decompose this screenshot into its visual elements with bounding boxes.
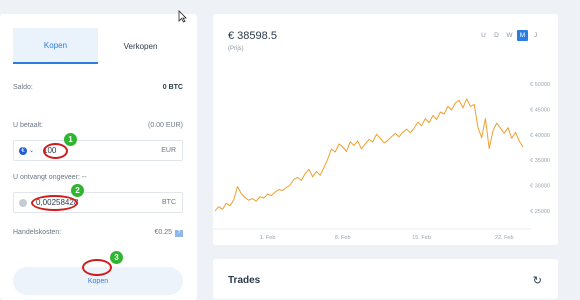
y-tick-label: € 45000: [530, 107, 550, 113]
info-icon[interactable]: ?: [175, 229, 183, 237]
x-tick-label: 1. Feb: [260, 235, 276, 241]
fees-value: €0.25: [154, 229, 172, 236]
y-tick-label: € 50000: [530, 82, 550, 88]
trades-panel: Trades ↻: [213, 259, 558, 299]
x-tick-label: 15. Feb: [412, 235, 431, 241]
x-tick-label: 8. Feb: [335, 235, 351, 241]
range-option-week[interactable]: W: [504, 30, 515, 41]
highlight-ellipse-receive: [31, 195, 78, 211]
step-marker-1: 1: [64, 133, 77, 146]
price-chart-panel: € 38598.5 (Prijs) U D W M J € 50000 € 450…: [213, 14, 558, 245]
y-tick-label: € 40000: [530, 133, 550, 139]
highlight-ellipse-pay: [43, 143, 68, 159]
tab-sell[interactable]: Verkopen: [98, 28, 183, 64]
current-price: € 38598.5: [228, 30, 277, 42]
receive-unit: BTC: [162, 199, 176, 206]
step-marker-3: 3: [110, 251, 123, 264]
receive-row: U ontvangt ongeveer: --: [13, 174, 183, 181]
range-option-year[interactable]: J: [530, 30, 541, 41]
range-option-month[interactable]: M: [517, 30, 528, 41]
trade-tabs: Kopen Verkopen: [13, 28, 183, 64]
pay-unit: EUR: [161, 147, 176, 154]
trades-title: Trades: [228, 275, 261, 286]
receive-label: U ontvangt ongeveer: --: [13, 174, 87, 181]
y-tick-label: € 35000: [530, 158, 550, 164]
refresh-icon[interactable]: ↻: [533, 274, 542, 287]
range-option-day[interactable]: U: [478, 30, 489, 41]
fees-label: Handelskosten:: [13, 229, 62, 236]
balance-row: Saldo: 0 BTC: [13, 84, 183, 91]
euro-coin-icon: €: [19, 146, 27, 155]
highlight-ellipse-buy: [82, 259, 112, 276]
trade-panel: Kopen Verkopen Saldo: 0 BTC U betaalt: (…: [0, 14, 197, 300]
price-series-line: [214, 98, 524, 212]
pay-hint: (0.00 EUR): [147, 122, 183, 129]
price-line-chart: € 50000 € 45000 € 40000 € 35000 € 30000 € 250…: [213, 82, 550, 241]
y-tick-label: € 25000: [530, 209, 550, 215]
pay-label: U betaalt:: [13, 122, 43, 129]
range-option-d[interactable]: D: [491, 30, 502, 41]
tab-buy[interactable]: Kopen: [13, 28, 98, 64]
balance-label: Saldo:: [13, 84, 33, 91]
balance-value: 0 BTC: [162, 84, 183, 91]
fees-row: Handelskosten: €0.25?: [13, 229, 183, 237]
y-tick-label: € 30000: [530, 183, 550, 189]
mouse-pointer-icon: [178, 10, 187, 23]
buy-button-label: Kopen: [87, 277, 109, 285]
chevron-down-icon[interactable]: ⌄: [29, 147, 34, 154]
step-marker-2: 2: [71, 184, 84, 197]
x-tick-label: 22. Feb: [495, 235, 514, 241]
fees-value-wrap: €0.25?: [154, 229, 183, 237]
price-subtitle: (Prijs): [228, 46, 244, 52]
bitcoin-coin-icon: [19, 198, 27, 207]
pay-row: U betaalt: (0.00 EUR): [13, 122, 183, 129]
pay-amount-field[interactable]: € ⌄ 100 EUR: [13, 140, 183, 161]
time-range-selector: U D W M J: [478, 30, 541, 41]
